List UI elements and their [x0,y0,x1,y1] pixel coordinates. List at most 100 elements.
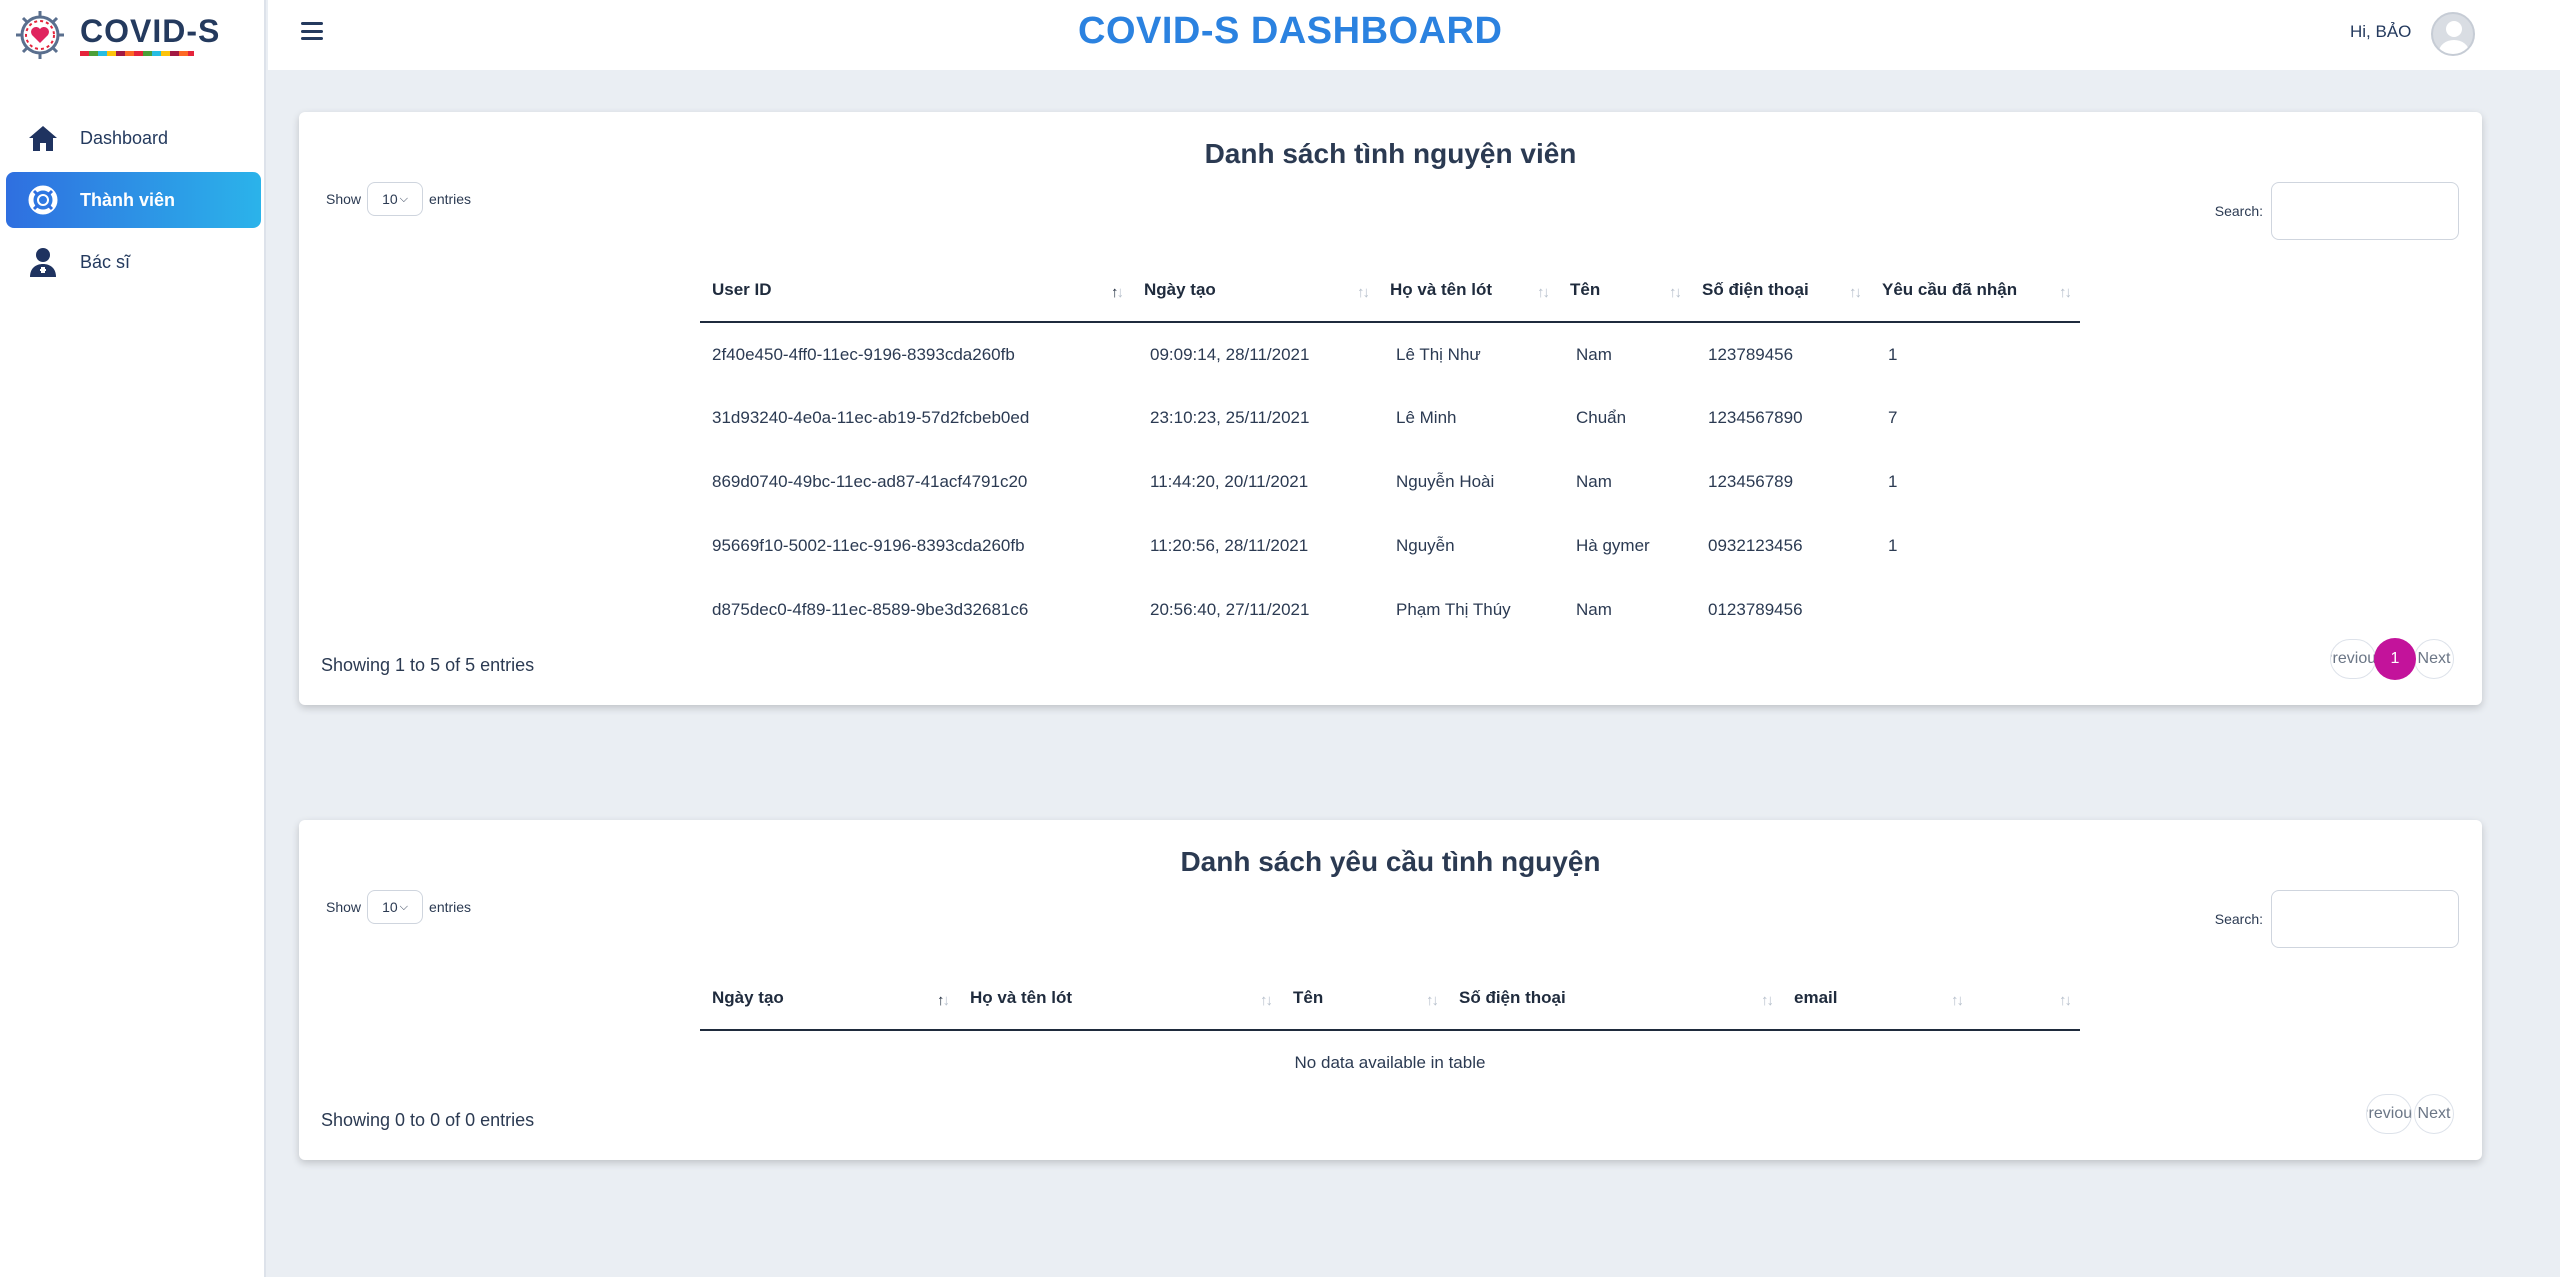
col-header-ho-va-ten-lot[interactable]: Họ và tên lót ↑↓ [958,966,1281,1031]
cell-ho-va-ten-lot: Lê Thị Như [1396,344,1481,364]
cell-so-dien-thoai: 0123789456 [1708,600,1803,619]
search-box: Search: [2215,890,2459,948]
user-greeting[interactable]: Hi, BẢO [2350,22,2411,42]
brand-name: COVID-S [80,13,221,49]
empty-table-message: No data available in table [1294,1052,1486,1072]
col-header-so-dien-thoai[interactable]: Số điện thoại ↑↓ [1447,966,1782,1031]
table-row[interactable]: 869d0740-49bc-11ec-ad87-41acf4791c20 11:… [700,450,2080,514]
sort-icon: ↑↓ [2059,992,2072,1009]
col-header-ngay-tao[interactable]: Ngày tạo ↑↓ [1132,258,1378,323]
entries-select[interactable]: 10 ⌵ [367,890,424,924]
search-input[interactable] [2271,890,2459,948]
sidebar-item-dashboard[interactable]: Dashboard [6,110,261,166]
cell-ngay-tao: 11:44:20, 20/11/2021 [1150,472,1309,491]
sidebar-item-label: Dashboard [80,127,169,148]
col-header-email[interactable]: email ↑↓ [1782,966,1972,1031]
sort-icon: ↑↓ [1761,992,1774,1009]
col-header-user-id[interactable]: User ID ↑↓ [700,258,1132,323]
cell-so-dien-thoai: 1234567890 [1708,408,1803,427]
cell-user-id: 95669f10-5002-11ec-9196-8393cda260fb [712,536,1025,555]
volunteers-table: User ID ↑↓ Ngày tạo ↑↓ Họ và tên lót ↑↓ Tên… [700,258,2080,642]
col-header-so-dien-thoai[interactable]: Số điện thoại ↑↓ [1690,258,1870,323]
home-icon [26,121,60,155]
cell-user-id: 2f40e450-4ff0-11ec-9196-8393cda260fb [712,344,1015,364]
table-header-row: Ngày tạo ↑↓ Họ và tên lót ↑↓ Tên ↑↓ Số điện… [700,966,2080,1031]
cell-yeu-cau: 1 [1888,344,1898,364]
sort-icon: ↑↓ [1951,992,1964,1009]
cell-so-dien-thoai: 123456789 [1708,472,1794,491]
cell-ngay-tao: 20:56:40, 27/11/2021 [1150,600,1310,619]
entries-select-value: 10 [382,191,398,207]
table-row[interactable]: 95669f10-5002-11ec-9196-8393cda260fb 11:… [700,514,2080,578]
cell-so-dien-thoai: 123789456 [1708,344,1794,364]
col-header-ten[interactable]: Tên ↑↓ [1281,966,1447,1031]
sort-icon: ↑↓ [1426,992,1439,1009]
topbar: COVID-S DASHBOARD Hi, BẢO [268,0,2560,70]
avatar[interactable] [2431,12,2475,56]
table-row[interactable]: 2f40e450-4ff0-11ec-9196-8393cda260fb 09:… [700,322,2080,386]
length-show-label: Show [326,899,362,915]
chevron-down-icon: ⌵ [399,192,408,205]
cell-ho-va-ten-lot: Phạm Thị Thúy [1396,600,1511,619]
length-show-label: Show [326,191,362,207]
next-button[interactable]: Next [2414,1094,2454,1134]
cell-yeu-cau [1870,578,2080,642]
covid-logo-icon [16,11,64,59]
doctor-icon [26,245,60,279]
menu-toggle-icon[interactable] [301,20,323,42]
cell-user-id: d875dec0-4f89-11ec-8589-9be3d32681c6 [712,600,1029,619]
col-header-actions[interactable]: ↑↓ [1972,966,2080,1031]
search-label: Search: [2214,911,2263,927]
cell-ten: Nam [1576,600,1612,619]
cell-ten: Nam [1576,344,1612,364]
sidebar-item-label: Thành viên [80,189,176,210]
volunteers-title: Danh sách tình nguyện viên [1204,138,1577,169]
sidebar-item-label: Bác sĩ [80,251,131,272]
col-header-yeu-cau-da-nhan[interactable]: Yêu cầu đã nhận ↑↓ [1870,258,2080,323]
col-header-ten[interactable]: Tên ↑↓ [1558,258,1690,323]
sidebar-item-bac-si[interactable]: Bác sĩ [6,234,261,290]
col-header-ngay-tao[interactable]: Ngày tạo ↑↓ [700,966,958,1031]
sidebar: COVID-S Dashboard Thành viên Bác sĩ [0,0,266,1277]
cell-ho-va-ten-lot: Nguyễn [1396,536,1455,555]
cell-ngay-tao: 11:20:56, 28/11/2021 [1150,536,1309,555]
table-header-row: User ID ↑↓ Ngày tạo ↑↓ Họ và tên lót ↑↓ Tên… [700,258,2080,323]
table-info: Showing 1 to 5 of 5 entries [321,655,535,675]
cell-yeu-cau: 1 [1888,472,1898,491]
sort-icon: ↑↓ [1260,992,1273,1009]
sidebar-item-thanh-vien[interactable]: Thành viên [6,172,261,228]
entries-length: Show 10 ⌵ entries [326,890,471,924]
cell-ten: Chuẩn [1576,408,1627,427]
search-input[interactable] [2271,182,2459,240]
sort-icon: ↑↓ [1111,284,1124,301]
length-entries-label: entries [429,191,472,207]
cell-ngay-tao: 09:09:14, 28/11/2021 [1150,344,1310,364]
sort-icon: ↑↓ [1537,284,1550,301]
cell-ten: Nam [1576,472,1612,491]
pagination: Previous 1 Next [2330,638,2454,680]
volunteers-card: Danh sách tình nguyện viên Show 10 ⌵ entr… [299,112,2482,705]
sort-icon: ↑↓ [1849,284,1862,301]
pagination: Previous Next [2366,1094,2454,1134]
sort-icon: ↑↓ [1669,284,1682,301]
cell-ngay-tao: 23:10:23, 25/11/2021 [1150,408,1310,427]
col-header-ho-va-ten-lot[interactable]: Họ và tên lót ↑↓ [1378,258,1558,323]
sidebar-nav: Dashboard Thành viên Bác sĩ [6,110,261,296]
previous-button[interactable]: Previous [2330,639,2376,679]
cell-ho-va-ten-lot: Nguyễn Hoài [1396,472,1495,491]
life-ring-icon [26,183,60,217]
page-1-button[interactable]: 1 [2374,638,2416,680]
previous-button[interactable]: Previous [2366,1094,2412,1134]
length-entries-label: entries [429,899,472,915]
brand[interactable]: COVID-S [12,8,220,62]
entries-select[interactable]: 10 ⌵ [367,182,424,216]
table-row[interactable]: 31d93240-4e0a-11ec-ab19-57d2fcbeb0ed 23:… [700,386,2080,450]
sort-icon: ↑↓ [1357,284,1370,301]
table-row[interactable]: d875dec0-4f89-11ec-8589-9be3d32681c6 20:… [700,578,2080,642]
page-title: COVID-S DASHBOARD [1078,10,1503,52]
next-button[interactable]: Next [2414,639,2454,679]
brand-color-bar [80,51,194,56]
cell-so-dien-thoai: 0932123456 [1708,536,1803,555]
cell-ten: Hà gymer [1576,536,1650,555]
table-row: No data available in table [700,1030,2080,1094]
